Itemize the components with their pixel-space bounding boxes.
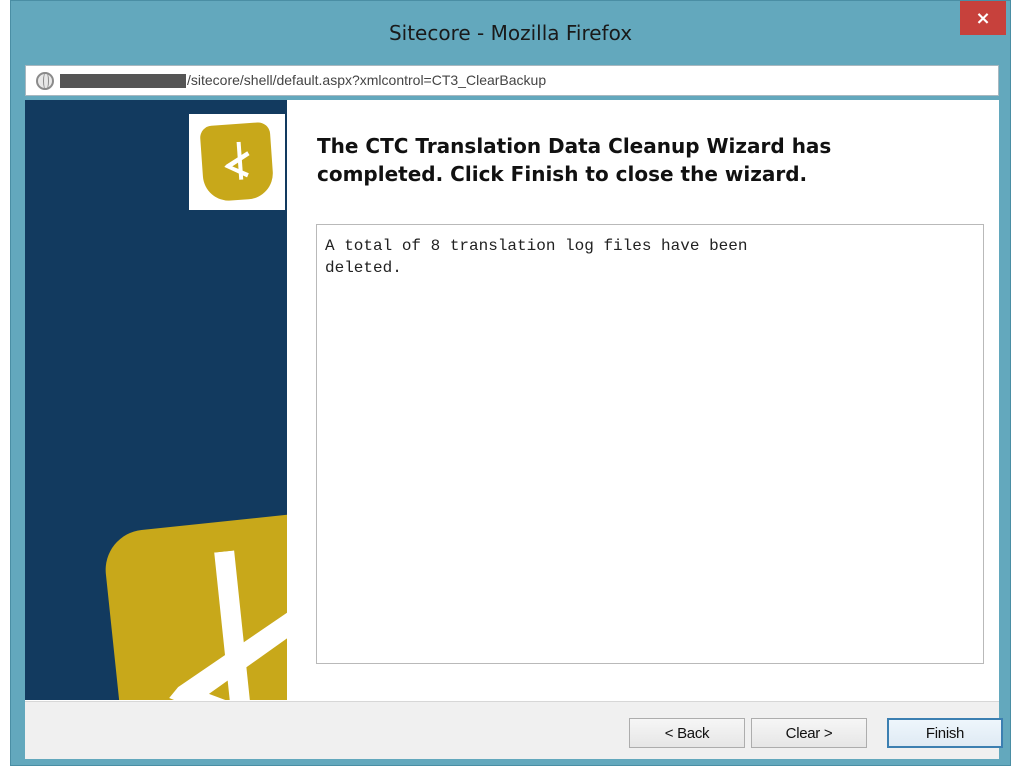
redacted-host [60, 74, 186, 88]
window-title: Sitecore - Mozilla Firefox [388, 21, 633, 45]
wizard-heading: The CTC Translation Data Cleanup Wizard … [317, 134, 832, 186]
logo-glyph-large-icon [169, 550, 287, 700]
close-button[interactable]: × [960, 1, 1006, 35]
wizard-sidebar [25, 100, 287, 700]
browser-window: Sitecore - Mozilla Firefox × /sitecore/s… [0, 0, 1017, 773]
back-button[interactable]: < Back [629, 718, 745, 748]
wizard-content: The CTC Translation Data Cleanup Wizard … [25, 100, 999, 707]
logo-glyph-icon [224, 141, 250, 180]
logo-shape [199, 121, 275, 203]
sitecore-logo-large [101, 507, 287, 700]
close-icon: × [975, 7, 991, 29]
clear-button[interactable]: Clear > [751, 718, 867, 748]
title-bar[interactable]: Sitecore - Mozilla Firefox × [11, 1, 1010, 63]
wizard-footer: < Back Clear > Finish [25, 701, 1003, 759]
address-bar[interactable]: /sitecore/shell/default.aspx?xmlcontrol=… [25, 65, 999, 96]
sitecore-logo [189, 114, 285, 210]
finish-button[interactable]: Finish [887, 718, 1003, 748]
url-path: /sitecore/shell/default.aspx?xmlcontrol=… [187, 72, 547, 88]
globe-icon [36, 72, 54, 90]
log-output[interactable]: A total of 8 translation log files have … [316, 224, 984, 664]
window-frame: Sitecore - Mozilla Firefox × /sitecore/s… [10, 0, 1011, 766]
